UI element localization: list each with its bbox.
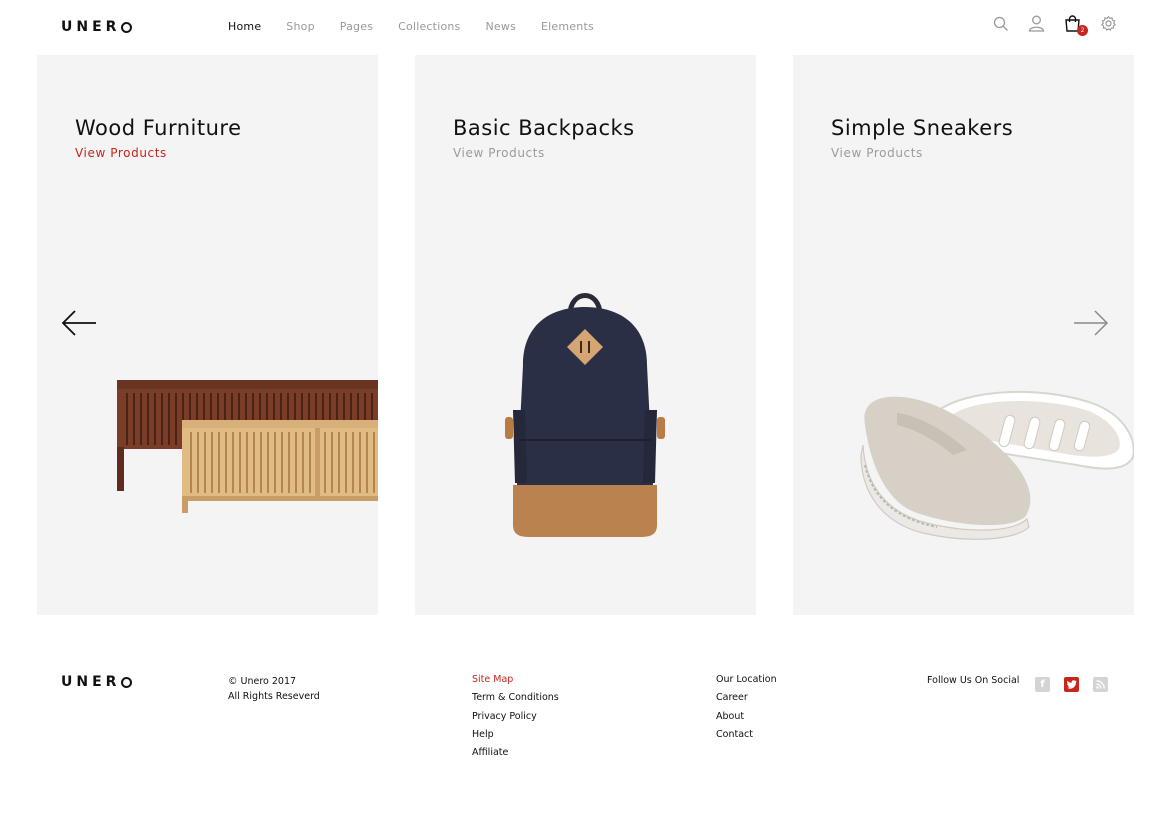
facebook-icon[interactable]: f [1035, 677, 1050, 692]
slider-next-arrow-icon[interactable] [1073, 308, 1109, 338]
rss-icon[interactable] [1093, 677, 1108, 692]
nav-collections[interactable]: Collections [398, 20, 460, 33]
cart-icon[interactable]: 2 [1063, 14, 1088, 36]
view-products-link[interactable]: View Products [831, 146, 923, 160]
twitter-icon[interactable] [1064, 677, 1079, 692]
main-nav: Home Shop Pages Collections News Element… [228, 20, 619, 33]
nav-shop[interactable]: Shop [286, 20, 314, 33]
logo-o-mark [121, 21, 133, 33]
site-header: UNER Home Shop Pages Collections News El… [0, 0, 1170, 54]
category-panel-basic-backpacks[interactable]: Basic Backpacks View Products [415, 55, 756, 615]
footer-logo-text: UNER [61, 674, 121, 690]
footer-link-terms[interactable]: Term & Conditions [472, 692, 559, 710]
nav-news[interactable]: News [485, 20, 516, 33]
copyright-text: © Unero 2017 [228, 676, 297, 687]
social-icons: f [1035, 677, 1108, 692]
user-icon[interactable] [1027, 14, 1046, 33]
panel-title: Wood Furniture [75, 116, 242, 140]
panel-title: Simple Sneakers [831, 116, 1014, 140]
footer-link-affiliate[interactable]: Affiliate [472, 747, 559, 765]
logo[interactable]: UNER [61, 19, 133, 35]
footer-link-contact[interactable]: Contact [716, 729, 777, 747]
footer-links-column-1: Site Map Term & Conditions Privacy Polic… [472, 674, 559, 765]
footer-link-help[interactable]: Help [472, 729, 559, 747]
view-products-link[interactable]: View Products [453, 146, 545, 160]
footer-link-career[interactable]: Career [716, 692, 777, 710]
footer-link-site-map[interactable]: Site Map [472, 674, 559, 692]
furniture-image [117, 380, 378, 513]
footer-copyright: © Unero 2017 All Rights Reseverd [228, 674, 320, 704]
follow-us-label: Follow Us On Social [927, 675, 1020, 686]
backpack-image [505, 293, 665, 537]
cart-count-badge: 2 [1077, 25, 1088, 36]
footer-link-privacy[interactable]: Privacy Policy [472, 711, 559, 729]
panel-title: Basic Backpacks [453, 116, 635, 140]
header-icons: 2 [991, 14, 1118, 36]
footer-logo[interactable]: UNER [61, 674, 133, 690]
settings-icon[interactable] [1099, 14, 1118, 33]
rights-text: All Rights Reseverd [228, 691, 320, 702]
nav-home[interactable]: Home [228, 20, 261, 33]
nav-pages[interactable]: Pages [340, 20, 373, 33]
footer-link-our-location[interactable]: Our Location [716, 674, 777, 692]
sneakers-image [860, 390, 1134, 540]
search-icon[interactable] [991, 14, 1010, 33]
view-products-link[interactable]: View Products [75, 146, 167, 160]
nav-elements[interactable]: Elements [541, 20, 594, 33]
footer-links-column-2: Our Location Career About Contact [716, 674, 777, 747]
logo-text: UNER [61, 19, 121, 35]
footer-link-about[interactable]: About [716, 711, 777, 729]
footer-logo-o-mark [121, 676, 133, 688]
slider-prev-arrow-icon[interactable] [61, 308, 97, 338]
